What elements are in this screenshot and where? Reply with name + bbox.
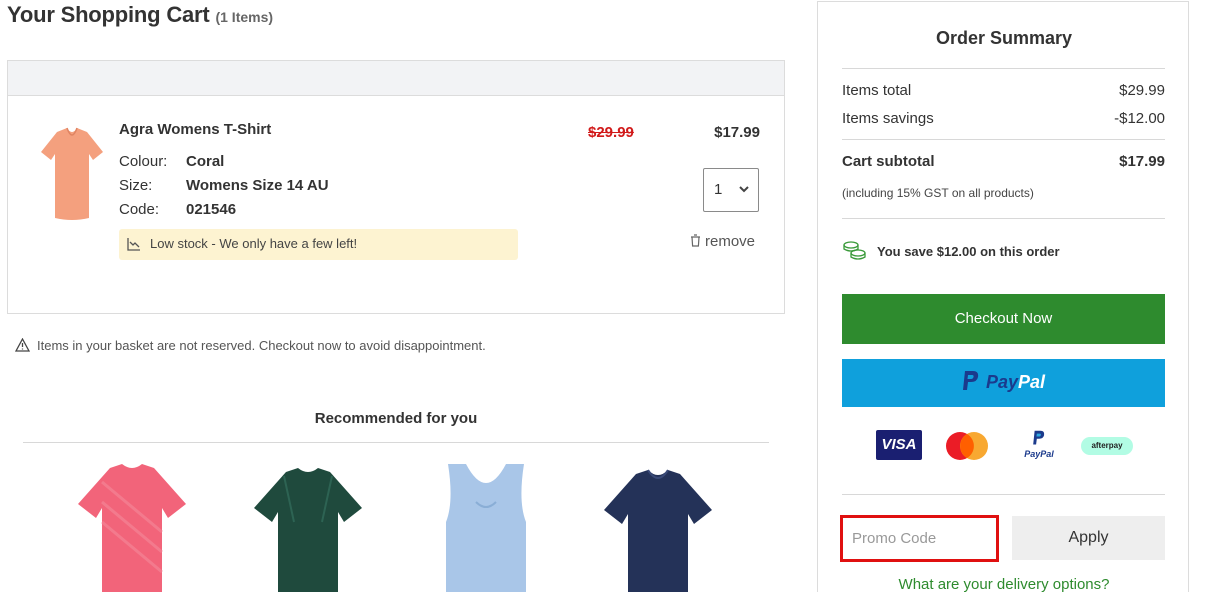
checkout-now-button[interactable]: Checkout Now: [842, 294, 1165, 344]
paypal-small-label: PayPal: [1024, 449, 1054, 459]
divider: [842, 218, 1165, 219]
items-savings-label: Items savings: [842, 110, 934, 127]
paypal-button[interactable]: PayPal: [842, 359, 1165, 407]
recommended-item[interactable]: [72, 462, 192, 592]
delivery-options-link[interactable]: What are your delivery options?: [818, 576, 1190, 592]
page-title: Your Shopping Cart (1 Items): [7, 2, 273, 28]
recommended-item[interactable]: [426, 462, 546, 592]
colour-label: Colour:: [119, 153, 168, 170]
afterpay-icon: afterpay: [1081, 437, 1133, 455]
items-total-row: Items total $29.99: [842, 82, 1165, 99]
you-save-text: You save $12.00 on this order: [877, 244, 1060, 259]
coins-icon: [843, 241, 866, 260]
cart-subtotal-row: Cart subtotal $17.99: [842, 153, 1165, 170]
cart-title: Your Shopping Cart: [7, 2, 210, 27]
recommended-item[interactable]: [598, 462, 718, 592]
cart-items-panel: Agra Womens T-Shirt Colour: Coral Size: …: [7, 60, 785, 314]
cart-subtotal-label: Cart subtotal: [842, 153, 935, 170]
product-image[interactable]: [35, 126, 109, 221]
divider: [842, 139, 1165, 140]
low-stock-text: Low stock - We only have a few left!: [150, 236, 358, 251]
cart-item-count: (1 Items): [215, 9, 274, 25]
colour-value: Coral: [186, 153, 225, 170]
items-savings-value: -$12.00: [1114, 110, 1165, 127]
notice-text: Items in your basket are not reserved. C…: [37, 338, 486, 353]
size-value: Womens Size 14 AU: [186, 177, 329, 194]
gst-note: (including 15% GST on all products): [842, 186, 1034, 200]
promo-code-input[interactable]: Promo Code: [840, 515, 999, 562]
product-name[interactable]: Agra Womens T-Shirt: [119, 121, 271, 138]
divider: [842, 494, 1165, 495]
items-savings-row: Items savings -$12.00: [842, 110, 1165, 127]
cart-table-header: [8, 61, 784, 96]
code-label: Code:: [119, 201, 160, 218]
paypal-logo-icon: [962, 371, 979, 390]
order-summary-panel: Order Summary Items total $29.99 Items s…: [817, 1, 1189, 592]
recommended-item[interactable]: [248, 462, 368, 592]
trash-icon: [691, 234, 700, 247]
low-stock-banner: Low stock - We only have a few left!: [119, 229, 518, 260]
remove-item-link[interactable]: remove: [690, 233, 755, 250]
sale-price: $17.99: [714, 124, 760, 141]
size-label: Size:: [119, 177, 153, 194]
reservation-notice: Items in your basket are not reserved. C…: [15, 338, 486, 353]
divider: [842, 68, 1165, 69]
paypal-mark-icon: [1033, 430, 1045, 445]
trend-down-icon: [127, 238, 140, 251]
original-price: $29.99: [588, 124, 634, 141]
visa-icon: VISA: [876, 430, 922, 460]
chevron-down-icon: [739, 186, 749, 193]
recommended-divider: [23, 442, 769, 443]
quantity-select[interactable]: 1: [703, 168, 759, 212]
paypal-text-pal: Pal: [1018, 372, 1046, 392]
items-total-label: Items total: [842, 82, 912, 99]
mastercard-icon: [946, 432, 988, 460]
order-summary-title: Order Summary: [935, 28, 1073, 48]
apply-promo-button[interactable]: Apply: [1012, 516, 1165, 560]
remove-label: remove: [705, 233, 756, 250]
recommended-title: Recommended for you: [314, 410, 478, 427]
items-total-value: $29.99: [1119, 82, 1165, 99]
warning-icon: [15, 338, 30, 352]
paypal-text-pay: Pay: [985, 372, 1018, 392]
paypal-small-icon: PayPal: [1018, 430, 1060, 462]
cart-subtotal-value: $17.99: [1119, 153, 1165, 170]
quantity-value: 1: [714, 181, 723, 198]
code-value: 021546: [186, 201, 237, 218]
